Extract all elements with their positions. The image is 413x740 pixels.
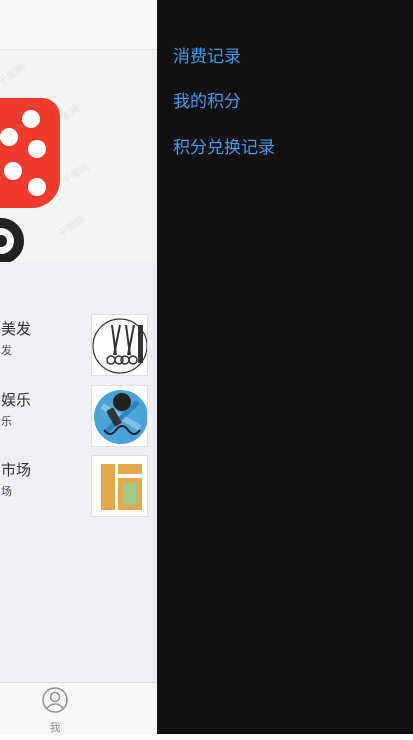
menu-item-my-points[interactable]: 我的积分 bbox=[173, 87, 241, 112]
banner-watermark: 千库网 bbox=[56, 214, 88, 241]
item-title: 娱乐 bbox=[1, 391, 32, 409]
tab-me-label: 我 bbox=[49, 721, 61, 734]
menu-item-consumption-records[interactable]: 消费记录 bbox=[173, 42, 241, 67]
item-subtitle: 场 bbox=[1, 485, 12, 498]
tab-bar: 我 bbox=[0, 682, 157, 734]
main-header bbox=[0, 0, 157, 50]
tab-me[interactable]: 我 bbox=[38, 687, 72, 734]
main-view[interactable]: 千库网 千库网 千库网 千库网 千库网 美发 发 bbox=[0, 0, 157, 740]
item-subtitle: 发 bbox=[1, 344, 12, 357]
microphone-icon bbox=[91, 385, 148, 447]
category-list: 美发 发 娱乐 乐 市场 场 bbox=[0, 262, 157, 682]
scissors-icon bbox=[91, 314, 148, 376]
user-icon bbox=[42, 687, 68, 713]
shopping-cart-icon bbox=[0, 98, 60, 208]
banner-image[interactable]: 千库网 千库网 千库网 千库网 千库网 bbox=[0, 50, 157, 262]
side-drawer: 消费记录 我的积分 积分兑换记录 bbox=[157, 0, 413, 734]
fortune-character-icon bbox=[91, 455, 148, 517]
banner-watermark: 千库网 bbox=[60, 162, 92, 189]
item-subtitle: 乐 bbox=[1, 415, 12, 428]
menu-item-points-exchange-records[interactable]: 积分兑换记录 bbox=[173, 133, 275, 158]
cart-wheel-icon bbox=[0, 218, 24, 262]
item-title: 美发 bbox=[1, 320, 32, 338]
list-item[interactable]: 娱乐 乐 bbox=[0, 385, 157, 453]
app-screen: 千库网 千库网 千库网 千库网 千库网 美发 发 bbox=[0, 0, 413, 740]
list-item[interactable]: 美发 发 bbox=[0, 314, 157, 382]
banner-watermark: 千库网 bbox=[0, 62, 28, 89]
bottom-strip bbox=[0, 734, 413, 740]
item-title: 市场 bbox=[1, 461, 32, 479]
list-item[interactable]: 市场 场 bbox=[0, 455, 157, 523]
